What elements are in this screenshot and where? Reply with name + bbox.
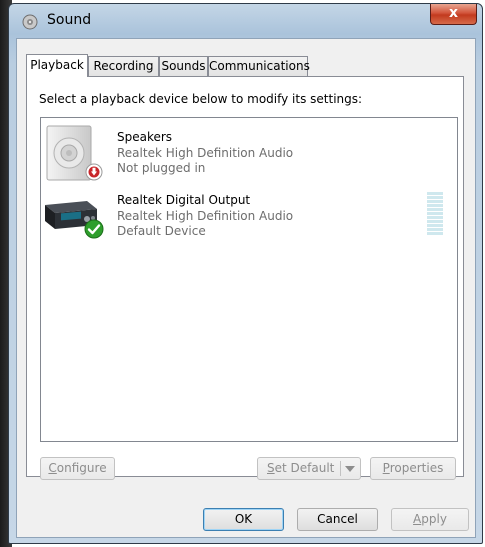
tab-playback[interactable]: Playback — [26, 54, 88, 77]
close-icon: x — [448, 5, 459, 21]
cancel-button[interactable]: Cancel — [297, 508, 378, 531]
device-driver: Realtek High Definition Audio — [117, 146, 294, 160]
dialog-client-area: Playback Recording Sounds Communications… — [16, 38, 476, 538]
configure-button[interactable]: Configure — [40, 457, 115, 480]
set-default-button[interactable]: Set Default — [257, 457, 361, 480]
unplugged-badge-icon — [85, 163, 103, 181]
device-item-speakers[interactable]: Speakers Realtek High Definition Audio N… — [41, 122, 457, 182]
tab-communications[interactable]: Communications — [208, 56, 310, 76]
close-button[interactable]: x — [430, 4, 477, 25]
instruction-text: Select a playback device below to modify… — [39, 92, 363, 106]
device-name: Realtek Digital Output — [117, 193, 251, 207]
device-item-digital-output[interactable]: Realtek Digital Output Realtek High Defi… — [41, 185, 457, 245]
device-driver: Realtek High Definition Audio — [117, 209, 294, 223]
chevron-down-icon — [345, 466, 355, 472]
tab-sounds[interactable]: Sounds — [159, 56, 208, 76]
sound-app-icon — [22, 14, 38, 30]
window-title: Sound — [47, 12, 92, 28]
split-divider — [340, 461, 341, 476]
device-list[interactable]: Speakers Realtek High Definition Audio N… — [40, 117, 458, 442]
volume-level-meter — [427, 192, 443, 235]
sound-dialog: Sound x Playback Recording Sounds Commun… — [8, 3, 483, 544]
properties-button[interactable]: Properties — [370, 457, 456, 480]
playback-panel: Select a playback device below to modify… — [26, 76, 464, 480]
device-status: Not plugged in — [117, 161, 206, 175]
default-check-icon — [84, 219, 104, 239]
tab-recording[interactable]: Recording — [88, 56, 159, 76]
ok-button[interactable]: OK — [203, 508, 284, 531]
apply-button[interactable]: Apply — [391, 508, 469, 531]
device-status: Default Device — [117, 224, 206, 238]
device-name: Speakers — [117, 130, 173, 144]
